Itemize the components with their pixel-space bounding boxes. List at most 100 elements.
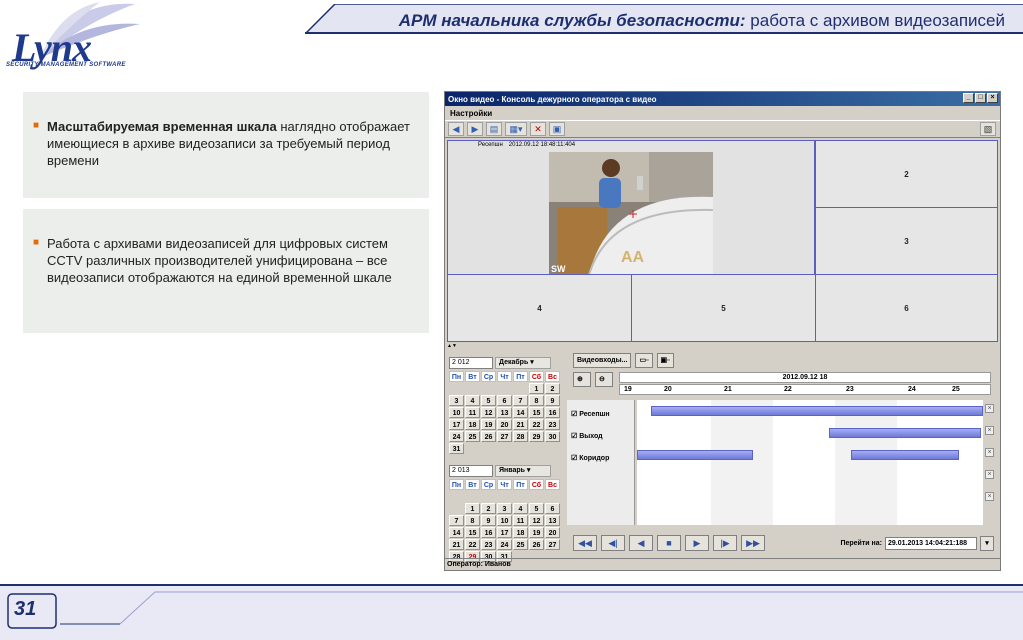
calendar-day[interactable]: 31: [449, 443, 464, 454]
remove-channel-icon[interactable]: ×: [985, 404, 994, 413]
calendar-day[interactable]: 17: [497, 527, 512, 538]
calendar-day[interactable]: 22: [529, 419, 544, 430]
tracks[interactable]: [637, 400, 983, 525]
recording-bar-corridor[interactable]: [851, 450, 959, 460]
calendar-day[interactable]: 7: [513, 395, 528, 406]
calendar-day[interactable]: 9: [545, 395, 560, 406]
calendar-day[interactable]: 21: [513, 419, 528, 430]
calendar-day[interactable]: 27: [497, 431, 512, 442]
close-button[interactable]: ×: [987, 93, 998, 103]
calendar-day[interactable]: 14: [449, 527, 464, 538]
zoom-in-icon[interactable]: ⊕: [573, 372, 591, 387]
calendar-day[interactable]: 3: [449, 395, 464, 406]
step-forward-icon[interactable]: |▶: [713, 535, 737, 551]
back-arrow-icon[interactable]: ◀: [448, 122, 464, 136]
video-cell-6[interactable]: 6: [815, 274, 998, 342]
minimize-button[interactable]: _: [963, 93, 974, 103]
calendar-day[interactable]: 22: [465, 539, 480, 550]
calendar-day[interactable]: 13: [545, 515, 560, 526]
calendar-day[interactable]: 4: [513, 503, 528, 514]
clear-icon[interactable]: ✕: [530, 122, 546, 136]
video-cell-5[interactable]: 5: [631, 274, 816, 342]
forward-fast-icon[interactable]: ▶▶: [741, 535, 765, 551]
calendar-day[interactable]: 1: [465, 503, 480, 514]
recording-bar-reception[interactable]: [651, 406, 983, 416]
play-icon[interactable]: ▶: [685, 535, 709, 551]
video-inputs-button[interactable]: Видеовходы...: [573, 352, 632, 368]
video-cell-1[interactable]: Ресепшн 2012.09.12 18:48:11:404 АА SW: [447, 140, 815, 275]
remove-channel-icon[interactable]: ×: [985, 470, 994, 479]
step-back-icon[interactable]: ◀|: [601, 535, 625, 551]
calendar-day[interactable]: 5: [529, 503, 544, 514]
calendar-day[interactable]: 11: [513, 515, 528, 526]
menu-settings[interactable]: Настройки: [450, 109, 492, 118]
print-icon[interactable]: ▤: [486, 122, 502, 136]
splitter-arrows-icon[interactable]: ▲▼: [447, 343, 998, 349]
video-cell-2[interactable]: 2: [815, 140, 998, 208]
calendar-day[interactable]: 24: [449, 431, 464, 442]
forward-arrow-icon[interactable]: ▶: [467, 122, 483, 136]
calendar-day[interactable]: 1: [529, 383, 544, 394]
year-spinner[interactable]: 2 013: [449, 464, 493, 477]
calendar-day[interactable]: 18: [465, 419, 480, 430]
calendar-day[interactable]: 7: [449, 515, 464, 526]
calendar-day[interactable]: 4: [465, 395, 480, 406]
calendar-day[interactable]: 10: [449, 407, 464, 418]
year-spinner[interactable]: 2 012: [449, 356, 493, 369]
video-cell-4[interactable]: 4: [447, 274, 632, 342]
chevron-down-icon[interactable]: ▾: [980, 536, 994, 551]
video-cell-3[interactable]: 3: [815, 207, 998, 275]
calendar-day[interactable]: 17: [449, 419, 464, 430]
remove-channel-icon[interactable]: ×: [985, 492, 994, 501]
remove-channel-icon[interactable]: ×: [985, 426, 994, 435]
calendar-day[interactable]: 13: [497, 407, 512, 418]
calendar-day[interactable]: 15: [529, 407, 544, 418]
calendar-day[interactable]: 29: [529, 431, 544, 442]
calendar-day[interactable]: 30: [545, 431, 560, 442]
calendar-day[interactable]: 19: [481, 419, 496, 430]
camera-archive-icon[interactable]: ▣▫: [656, 352, 674, 368]
calendar-day[interactable]: 19: [529, 527, 544, 538]
calendar-day[interactable]: 23: [545, 419, 560, 430]
calendar-day[interactable]: 15: [465, 527, 480, 538]
calendar-day[interactable]: 9: [481, 515, 496, 526]
channel-reception[interactable]: ☑ Ресепшн: [571, 410, 610, 418]
calendar-day[interactable]: 18: [513, 527, 528, 538]
calendar-day[interactable]: 6: [545, 503, 560, 514]
calendar-day[interactable]: 5: [481, 395, 496, 406]
goto-datetime-input[interactable]: 29.01.2013 14:04:21:188: [885, 537, 977, 550]
calendar-day[interactable]: 12: [529, 515, 544, 526]
remove-channel-icon[interactable]: ×: [985, 448, 994, 457]
calendar-day[interactable]: 26: [481, 431, 496, 442]
calendar-day[interactable]: 2: [545, 383, 560, 394]
channel-corridor[interactable]: ☑ Коридор: [571, 454, 609, 462]
calendar-day[interactable]: 26: [529, 539, 544, 550]
snapshot-icon[interactable]: ▣: [549, 122, 565, 136]
zoom-out-icon[interactable]: ⊖: [595, 372, 613, 387]
stop-icon[interactable]: ■: [657, 535, 681, 551]
lock-icon[interactable]: ▧: [980, 122, 996, 136]
calendar-day[interactable]: 24: [497, 539, 512, 550]
channel-exit[interactable]: ☑ Выход: [571, 432, 603, 440]
calendar-day[interactable]: 8: [465, 515, 480, 526]
calendar-day[interactable]: 16: [481, 527, 496, 538]
calendar-day[interactable]: 8: [529, 395, 544, 406]
calendar-day[interactable]: 10: [497, 515, 512, 526]
calendar-day[interactable]: 21: [449, 539, 464, 550]
calendar-day[interactable]: 16: [545, 407, 560, 418]
layout-icon[interactable]: ▦▾: [505, 122, 527, 136]
recording-bar-corridor[interactable]: [637, 450, 753, 460]
calendar-day[interactable]: 23: [481, 539, 496, 550]
calendar-day[interactable]: 25: [465, 431, 480, 442]
recording-bar-exit[interactable]: [829, 428, 981, 438]
calendar-day[interactable]: 20: [497, 419, 512, 430]
calendar-day[interactable]: 14: [513, 407, 528, 418]
calendar-day[interactable]: 28: [513, 431, 528, 442]
calendar-day[interactable]: 25: [513, 539, 528, 550]
calendar-day[interactable]: 11: [465, 407, 480, 418]
calendar-day[interactable]: 3: [497, 503, 512, 514]
maximize-button[interactable]: □: [975, 93, 986, 103]
calendar-day[interactable]: 27: [545, 539, 560, 550]
rewind-fast-icon[interactable]: ◀◀: [573, 535, 597, 551]
calendar-day[interactable]: 6: [497, 395, 512, 406]
